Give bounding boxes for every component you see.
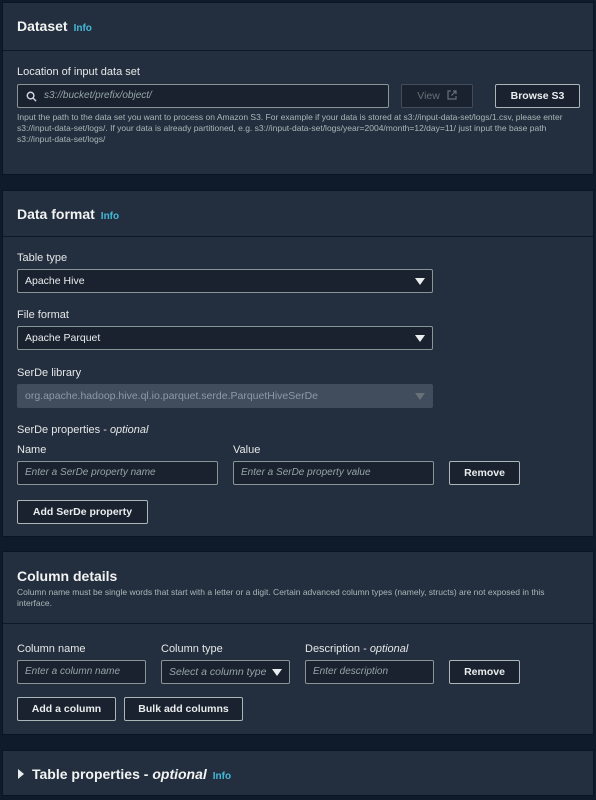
column-details-header: Column details Column name must be singl… — [3, 552, 593, 624]
chevron-down-icon — [415, 335, 425, 342]
serde-value-input[interactable]: Enter a SerDe property value — [233, 461, 434, 485]
search-icon — [26, 91, 37, 102]
column-details-panel: Column details Column name must be singl… — [2, 551, 594, 735]
optional-tag: optional — [152, 766, 207, 782]
location-placeholder: s3://bucket/prefix/object/ — [44, 90, 152, 101]
view-button[interactable]: View — [401, 84, 473, 108]
file-format-select[interactable]: Apache Parquet — [17, 326, 433, 350]
serde-name-input[interactable]: Enter a SerDe property name — [17, 461, 218, 485]
data-format-title-text: Data format — [17, 206, 95, 222]
description-label-text: Description — [305, 643, 361, 655]
file-format-value: Apache Parquet — [25, 332, 101, 344]
column-remove-button[interactable]: Remove — [449, 660, 520, 684]
dataset-title-text: Dataset — [17, 18, 68, 34]
view-button-label: View — [417, 90, 440, 102]
description-input[interactable]: Enter description — [305, 660, 434, 684]
chevron-down-icon — [415, 393, 425, 400]
table-type-select[interactable]: Apache Hive — [17, 269, 433, 293]
data-format-panel: Data format Info Table type Apache Hive F… — [2, 190, 594, 537]
location-label: Location of input data set — [17, 66, 140, 78]
browse-s3-button[interactable]: Browse S3 — [495, 84, 580, 108]
serde-library-value: org.apache.hadoop.hive.ql.io.parquet.ser… — [25, 390, 319, 402]
table-properties-info-link[interactable]: Info — [213, 771, 231, 782]
chevron-down-icon — [415, 278, 425, 285]
bulk-add-columns-button[interactable]: Bulk add columns — [124, 697, 243, 721]
table-properties-title[interactable]: Table properties - optional Info — [32, 766, 231, 782]
data-format-header: Data format Info — [3, 191, 593, 237]
table-properties-panel[interactable]: Table properties - optional Info — [2, 750, 594, 796]
serde-library-label: SerDe library — [17, 367, 82, 379]
add-serde-property-button[interactable]: Add SerDe property — [17, 500, 148, 524]
chevron-down-icon — [272, 669, 282, 676]
column-details-help: Column name must be single words that st… — [17, 587, 545, 608]
dataset-info-link[interactable]: Info — [74, 23, 92, 34]
location-input[interactable]: s3://bucket/prefix/object/ — [17, 84, 389, 108]
serde-properties-label-text: SerDe properties — [17, 424, 101, 436]
dataset-panel: Dataset Info Location of input data set s… — [2, 2, 594, 175]
description-label: Description - optional — [305, 643, 409, 655]
add-column-button[interactable]: Add a column — [17, 697, 116, 721]
column-type-label: Column type — [161, 643, 223, 655]
dataset-header: Dataset Info — [3, 3, 593, 51]
table-type-label: Table type — [17, 252, 68, 264]
dataset-title: Dataset Info — [17, 18, 92, 34]
column-type-value: Select a column type — [169, 666, 267, 678]
serde-name-label: Name — [17, 444, 47, 456]
column-name-label: Column name — [17, 643, 86, 655]
data-format-title: Data format Info — [17, 206, 119, 222]
serde-value-label: Value — [233, 444, 261, 456]
serde-properties-label: SerDe properties - optional — [17, 424, 149, 436]
column-type-select[interactable]: Select a column type — [161, 660, 290, 684]
optional-tag: optional — [369, 643, 409, 655]
serde-library-select: org.apache.hadoop.hive.ql.io.parquet.ser… — [17, 384, 433, 408]
file-format-label: File format — [17, 309, 69, 321]
data-format-info-link[interactable]: Info — [101, 211, 119, 222]
location-help-text: Input the path to the data set you want … — [17, 112, 563, 144]
column-name-input[interactable]: Enter a column name — [17, 660, 146, 684]
external-link-icon — [447, 90, 457, 100]
column-details-title: Column details — [17, 568, 118, 584]
table-properties-title-text: Table properties — [32, 766, 140, 782]
caret-right-icon[interactable] — [17, 769, 25, 779]
table-type-value: Apache Hive — [25, 275, 85, 287]
serde-remove-button[interactable]: Remove — [449, 461, 520, 485]
optional-tag: optional — [109, 424, 149, 436]
